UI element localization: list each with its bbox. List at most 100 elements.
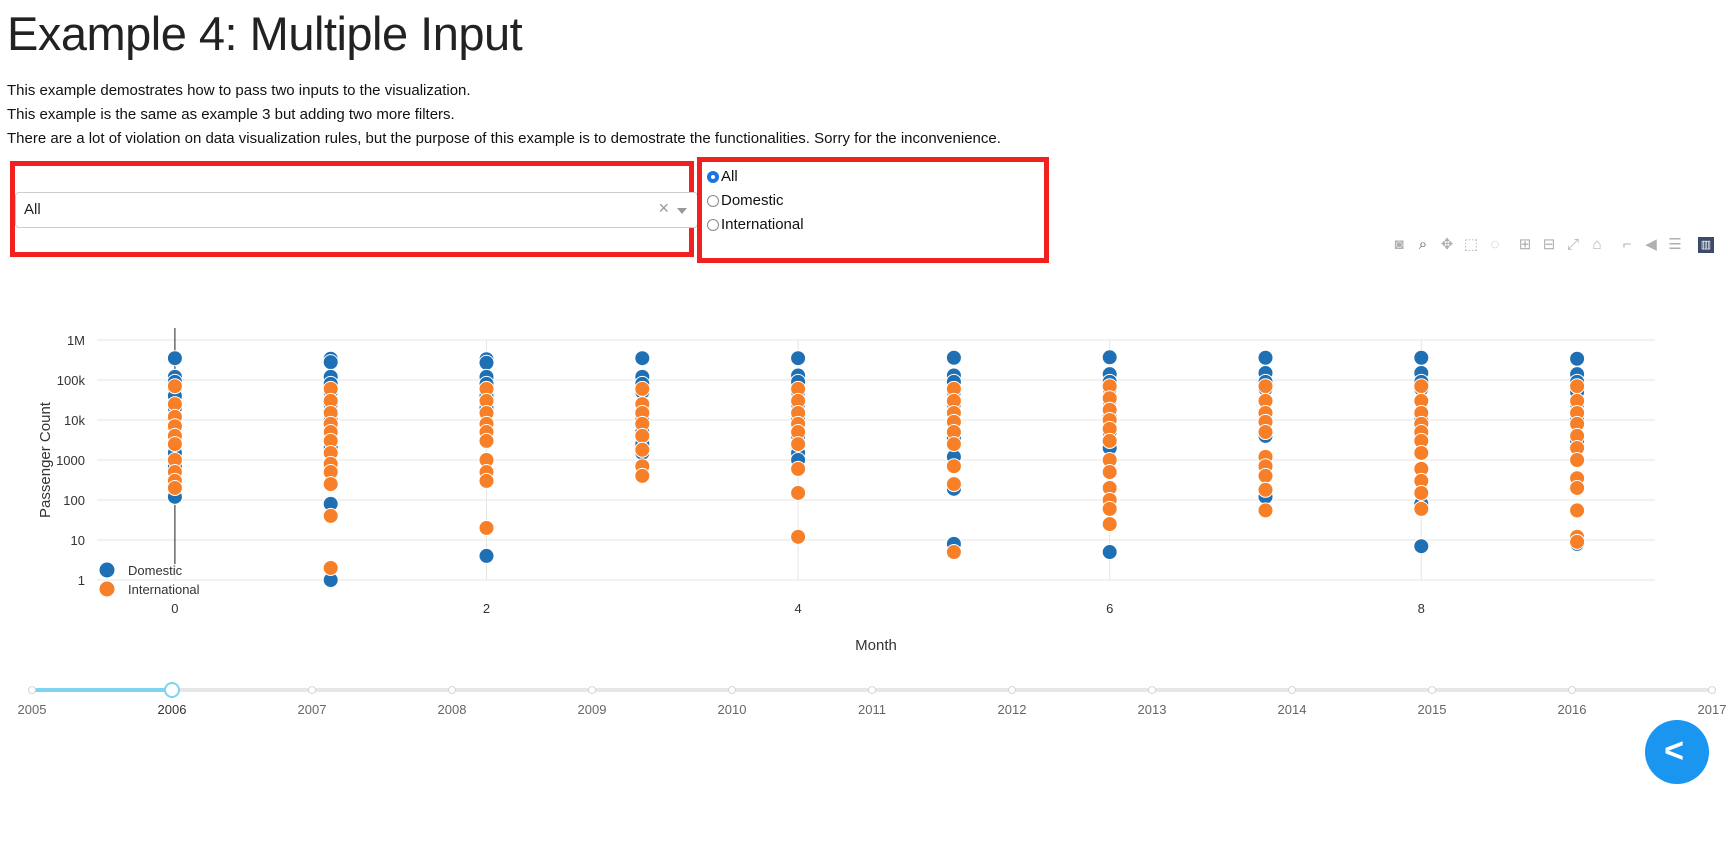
- data-point-international: [478, 519, 495, 536]
- year-slider-dot: [28, 686, 36, 694]
- hover-compare-icon[interactable]: ☰: [1666, 236, 1684, 254]
- data-point-international: [1257, 424, 1274, 441]
- data-point-international: [790, 460, 807, 477]
- legend-label-domestic: Domestic: [128, 563, 183, 578]
- data-point-international: [790, 484, 807, 501]
- data-point-international: [634, 380, 651, 397]
- radio-highlight-box: All Domestic International: [697, 157, 1049, 263]
- radio-label-international: International: [721, 216, 804, 233]
- data-point-international: [1569, 533, 1586, 550]
- year-slider-dot: [1288, 686, 1296, 694]
- year-slider-dot: [448, 686, 456, 694]
- x-tick-label: 6: [1106, 601, 1113, 616]
- year-slider-dot: [1008, 686, 1016, 694]
- data-point-international: [945, 544, 962, 561]
- data-point-international: [1413, 378, 1430, 395]
- data-point-international: [634, 441, 651, 458]
- data-point-international: [1569, 452, 1586, 468]
- data-point-international: [166, 378, 183, 395]
- data-point-domestic: [1413, 349, 1430, 366]
- year-slider-label: 2007: [298, 702, 327, 717]
- data-point-international: [1101, 432, 1118, 449]
- data-point-international: [1569, 502, 1586, 519]
- year-slider-label: 2008: [438, 702, 467, 717]
- data-point-domestic: [1569, 350, 1586, 367]
- radio-option-all[interactable]: All: [707, 168, 738, 185]
- dropdown-value: All: [24, 201, 41, 218]
- zoom-icon[interactable]: ⌕: [1414, 236, 1432, 254]
- data-point-international: [945, 476, 962, 493]
- data-point-international: [322, 476, 339, 493]
- y-tick-label: 100: [63, 493, 85, 508]
- data-point-domestic: [945, 349, 962, 366]
- zoom-in-icon[interactable]: ⊞: [1516, 236, 1534, 254]
- data-point-international: [478, 432, 495, 449]
- data-point-international: [1569, 479, 1586, 496]
- radio-button-domestic[interactable]: [707, 194, 719, 207]
- data-point-domestic: [166, 350, 183, 367]
- y-tick-label: 1: [78, 573, 85, 588]
- year-slider-dot: [1428, 686, 1436, 694]
- y-tick-label: 10k: [64, 413, 85, 428]
- x-axis-title: Month: [855, 637, 897, 654]
- data-point-international: [1569, 378, 1586, 395]
- camera-icon[interactable]: ◙: [1390, 236, 1408, 254]
- description-line-2: This example is the same as example 3 bu…: [7, 106, 455, 123]
- radio-button-international[interactable]: [707, 218, 719, 231]
- year-slider-dot: [1708, 686, 1716, 694]
- y-tick-label: 100k: [57, 373, 86, 388]
- radio-label-domestic: Domestic: [721, 192, 784, 209]
- data-point-international: [322, 507, 339, 524]
- zoom-out-icon[interactable]: ⊟: [1540, 236, 1558, 254]
- year-slider-handle[interactable]: [164, 682, 180, 698]
- data-point-international: [634, 427, 651, 444]
- passenger-scatter-chart: 1 10 100 1000 10k 100k 1M 0 2 4 6 8 Month Passenger C…: [18, 328, 1726, 717]
- data-point-international: [1413, 484, 1430, 501]
- year-slider-label: 2016: [1558, 702, 1587, 717]
- legend-label-international: International: [128, 582, 200, 597]
- data-point-international: [1257, 481, 1274, 498]
- y-tick-label: 1000: [56, 453, 85, 468]
- code-toggle-button[interactable]: < >: [1645, 720, 1709, 832]
- clear-icon[interactable]: ×: [658, 198, 669, 219]
- data-point-international: [1101, 500, 1118, 517]
- chevron-down-icon[interactable]: [677, 208, 687, 214]
- pan-icon[interactable]: ✥: [1438, 236, 1456, 254]
- year-slider-label: 2015: [1418, 702, 1447, 717]
- radio-option-international[interactable]: International: [707, 216, 804, 233]
- data-point-international: [945, 458, 962, 475]
- legend-marker-international: [99, 581, 115, 597]
- data-point-domestic: [1413, 538, 1430, 555]
- data-point-international: [478, 472, 495, 489]
- data-point-domestic: [790, 350, 807, 367]
- x-tick-label: 8: [1418, 601, 1425, 616]
- x-tick-label: 4: [794, 601, 801, 616]
- hover-closest-icon[interactable]: ◀: [1642, 236, 1660, 254]
- x-tick-label: 2: [483, 601, 490, 616]
- year-slider-dot: [868, 686, 876, 694]
- airport-dropdown[interactable]: All ×: [15, 192, 698, 228]
- description-line-1: This example demostrates how to pass two…: [7, 82, 471, 99]
- lasso-icon[interactable]: ◌: [1486, 236, 1504, 254]
- y-tick-label: 10: [71, 533, 85, 548]
- year-slider-dot: [1148, 686, 1156, 694]
- year-slider-dot: [728, 686, 736, 694]
- page-title: Example 4: Multiple Input: [7, 7, 523, 60]
- data-point-international: [790, 436, 807, 453]
- autoscale-icon[interactable]: ⤢: [1564, 236, 1582, 254]
- radio-label-all: All: [721, 168, 738, 185]
- radio-option-domestic[interactable]: Domestic: [707, 192, 784, 209]
- box-select-icon[interactable]: ⬚: [1462, 236, 1480, 254]
- year-slider-label: 2012: [998, 702, 1027, 717]
- legend-marker-domestic: [99, 562, 115, 578]
- year-slider-label: 2011: [858, 702, 886, 717]
- reset-axes-icon[interactable]: ⌂: [1588, 236, 1606, 254]
- radio-button-all[interactable]: [707, 170, 719, 183]
- y-axis-title: Passenger Count: [37, 401, 54, 518]
- year-slider-dot: [308, 686, 316, 694]
- plotly-logo-icon[interactable]: ▥: [1698, 237, 1714, 253]
- year-slider-label: 2006: [158, 702, 187, 717]
- year-slider-label: 2005: [18, 702, 47, 717]
- data-point-domestic: [1101, 544, 1118, 561]
- spike-lines-icon[interactable]: ⌐: [1618, 236, 1636, 254]
